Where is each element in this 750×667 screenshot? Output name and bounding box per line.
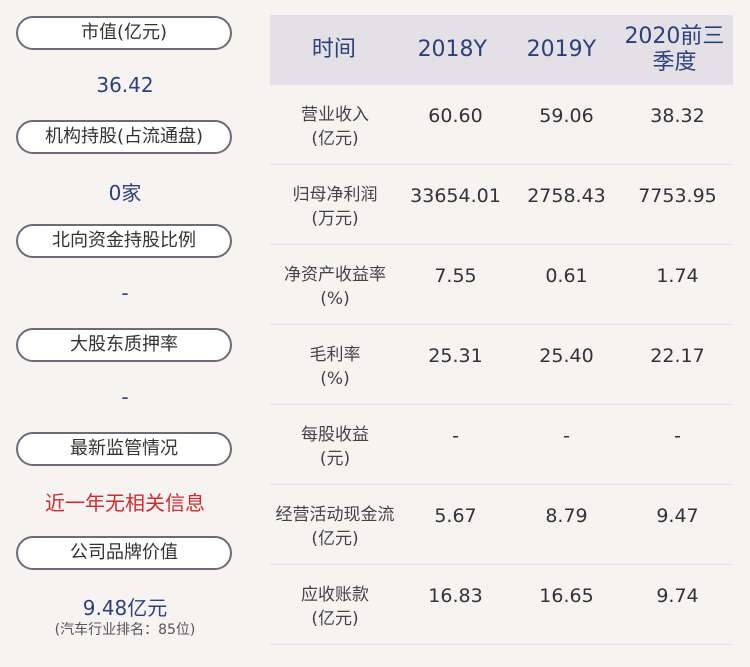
table-row: 净资产收益率 (%) 7.55 0.61 1.74 [270, 245, 733, 325]
table-header: 时间 2018Y 2019Y 2020前三季度 [270, 15, 733, 85]
table-row: 归母净利润 (万元) 33654.01 2758.43 7753.95 [270, 165, 733, 245]
row-value: 1.74 [656, 265, 699, 287]
row-value: 7.55 [434, 265, 477, 287]
table-row: 每股收益 (元) - - - [270, 405, 733, 485]
row-value: - [452, 425, 459, 447]
row-label: 归母净利润 (万元) [292, 185, 378, 229]
northbound-ratio-label: 北向资金持股比例 [16, 224, 232, 258]
institution-holding-label: 机构持股(占流通盘) [16, 120, 232, 154]
row-value: 9.74 [656, 585, 699, 607]
brand-value-value: 9.48亿元 [82, 596, 168, 620]
header-time: 时间 [311, 37, 356, 62]
row-value: 8.79 [545, 505, 588, 527]
market-cap-label: 市值(亿元) [16, 16, 232, 50]
row-value: 38.32 [650, 105, 705, 127]
row-label: 毛利率 (%) [309, 345, 361, 389]
header-2020: 2020前三季度 [624, 24, 725, 75]
financial-table: 时间 2018Y 2019Y 2020前三季度 营业收入 (亿元) 60.60 59.… [270, 15, 733, 645]
row-value: 59.06 [539, 105, 594, 127]
northbound-ratio-value: - [121, 281, 129, 305]
row-value: 7753.95 [638, 185, 717, 207]
row-label: 经营活动现金流 (亿元) [275, 505, 395, 549]
pledge-rate-label: 大股东质押率 [16, 328, 232, 362]
pledge-rate-value: - [121, 385, 129, 409]
row-value: 5.67 [434, 505, 477, 527]
market-cap-value: 36.42 [96, 73, 154, 97]
brand-value-label: 公司品牌价值 [16, 536, 232, 570]
row-value: 33654.01 [410, 185, 501, 207]
regulatory-value: 近一年无相关信息 [45, 491, 205, 515]
row-value: 25.31 [428, 345, 483, 367]
row-value: 22.17 [650, 345, 705, 367]
brand-rank-note: (汽车行业排名：85位) [54, 622, 196, 638]
row-label: 应收账款 (亿元) [301, 585, 369, 629]
row-value: 16.65 [539, 585, 594, 607]
row-value: 16.83 [428, 585, 483, 607]
row-value: 25.40 [539, 345, 594, 367]
row-label: 净资产收益率 (%) [284, 265, 386, 309]
row-value: - [563, 425, 570, 447]
regulatory-label: 最新监管情况 [16, 432, 232, 466]
row-label: 营业收入 (亿元) [301, 105, 369, 149]
row-value: - [674, 425, 681, 447]
row-value: 9.47 [656, 505, 699, 527]
row-value: 0.61 [545, 265, 588, 287]
row-value: 2758.43 [527, 185, 606, 207]
table-row: 营业收入 (亿元) 60.60 59.06 38.32 [270, 85, 733, 165]
institution-holding-value: 0家 [108, 181, 142, 205]
table-row: 应收账款 (亿元) 16.83 16.65 9.74 [270, 565, 733, 645]
table-row: 毛利率 (%) 25.31 25.40 22.17 [270, 325, 733, 405]
left-panel: 市值(亿元) 36.42 机构持股(占流通盘) 0家 北向资金持股比例 - 大股… [0, 0, 250, 667]
row-label: 每股收益 (元) [301, 425, 369, 469]
header-2018: 2018Y [417, 37, 487, 62]
table-body: 营业收入 (亿元) 60.60 59.06 38.32 归母净利润 (万元) 33654.01… [270, 85, 733, 645]
table-row: 经营活动现金流 (亿元) 5.67 8.79 9.47 [270, 485, 733, 565]
row-value: 60.60 [428, 105, 483, 127]
header-2019: 2019Y [526, 37, 597, 62]
